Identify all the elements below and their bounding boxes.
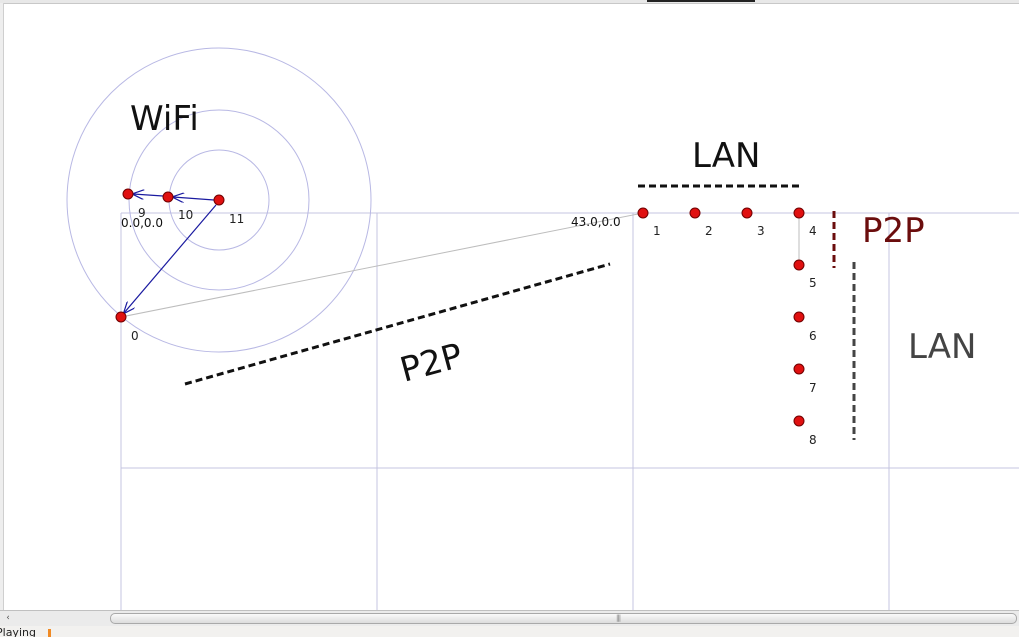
node-label-6: 6: [809, 329, 817, 343]
node-1[interactable]: [637, 207, 649, 219]
node-label-11: 11: [229, 212, 244, 226]
node-5[interactable]: [793, 259, 805, 271]
node-2[interactable]: [689, 207, 701, 219]
scroll-grip-icon: |||: [616, 614, 621, 622]
node-label-4: 4: [809, 224, 817, 238]
lan-right-label: LAN: [908, 327, 976, 367]
node-label-1: 1: [653, 224, 661, 238]
p2p-right-label: P2P: [862, 211, 925, 251]
scrollbar-thumb[interactable]: |||: [110, 613, 1017, 624]
node-10[interactable]: [162, 191, 174, 203]
wifi-link-10-9: [133, 194, 164, 196]
origin-coordinate-label: 0.0,0.0: [121, 216, 163, 230]
node-label-5: 5: [809, 276, 817, 290]
network-canvas[interactable]: 0 1 2 3 4 5 6 7 8 9 10 11 0.0,0.0 43.0,0…: [0, 0, 1019, 610]
node-label-2: 2: [705, 224, 713, 238]
node-4[interactable]: [793, 207, 805, 219]
node-3[interactable]: [741, 207, 753, 219]
scroll-left-arrow-icon[interactable]: ‹: [2, 613, 14, 623]
node-7[interactable]: [793, 363, 805, 375]
node-label-10: 10: [178, 208, 193, 222]
node-8[interactable]: [793, 415, 805, 427]
status-indicator: [48, 629, 51, 637]
node-0[interactable]: [115, 311, 127, 323]
network-animator-window: 0 1 2 3 4 5 6 7 8 9 10 11 0.0,0.0 43.0,0…: [0, 0, 1019, 637]
horizontal-scrollbar[interactable]: ‹ |||: [0, 610, 1019, 626]
p2p-diagonal-label: P2P: [396, 336, 467, 391]
node-9[interactable]: [122, 188, 134, 200]
wifi-label: WiFi: [130, 99, 199, 139]
node-label-0: 0: [131, 329, 139, 343]
lan-top-label: LAN: [692, 136, 760, 176]
p2p-link: [120, 212, 644, 318]
playback-status-text: Playing: [0, 626, 36, 637]
node-11[interactable]: [213, 194, 225, 206]
grid: [120, 212, 1019, 610]
wifi-link-11-10: [173, 197, 215, 200]
node-labels: 0 1 2 3 4 5 6 7 8 9 10 11: [131, 206, 817, 447]
node-label-7: 7: [809, 381, 817, 395]
p2p-diagonal-dashed-line: [184, 262, 611, 386]
annotation-lines: [184, 184, 856, 440]
lan-origin-coordinate-label: 43.0,0.0: [571, 215, 621, 229]
nodes: [115, 188, 805, 427]
node-label-3: 3: [757, 224, 765, 238]
node-6[interactable]: [793, 311, 805, 323]
status-bar: Playing: [0, 626, 1019, 637]
node-label-8: 8: [809, 433, 817, 447]
